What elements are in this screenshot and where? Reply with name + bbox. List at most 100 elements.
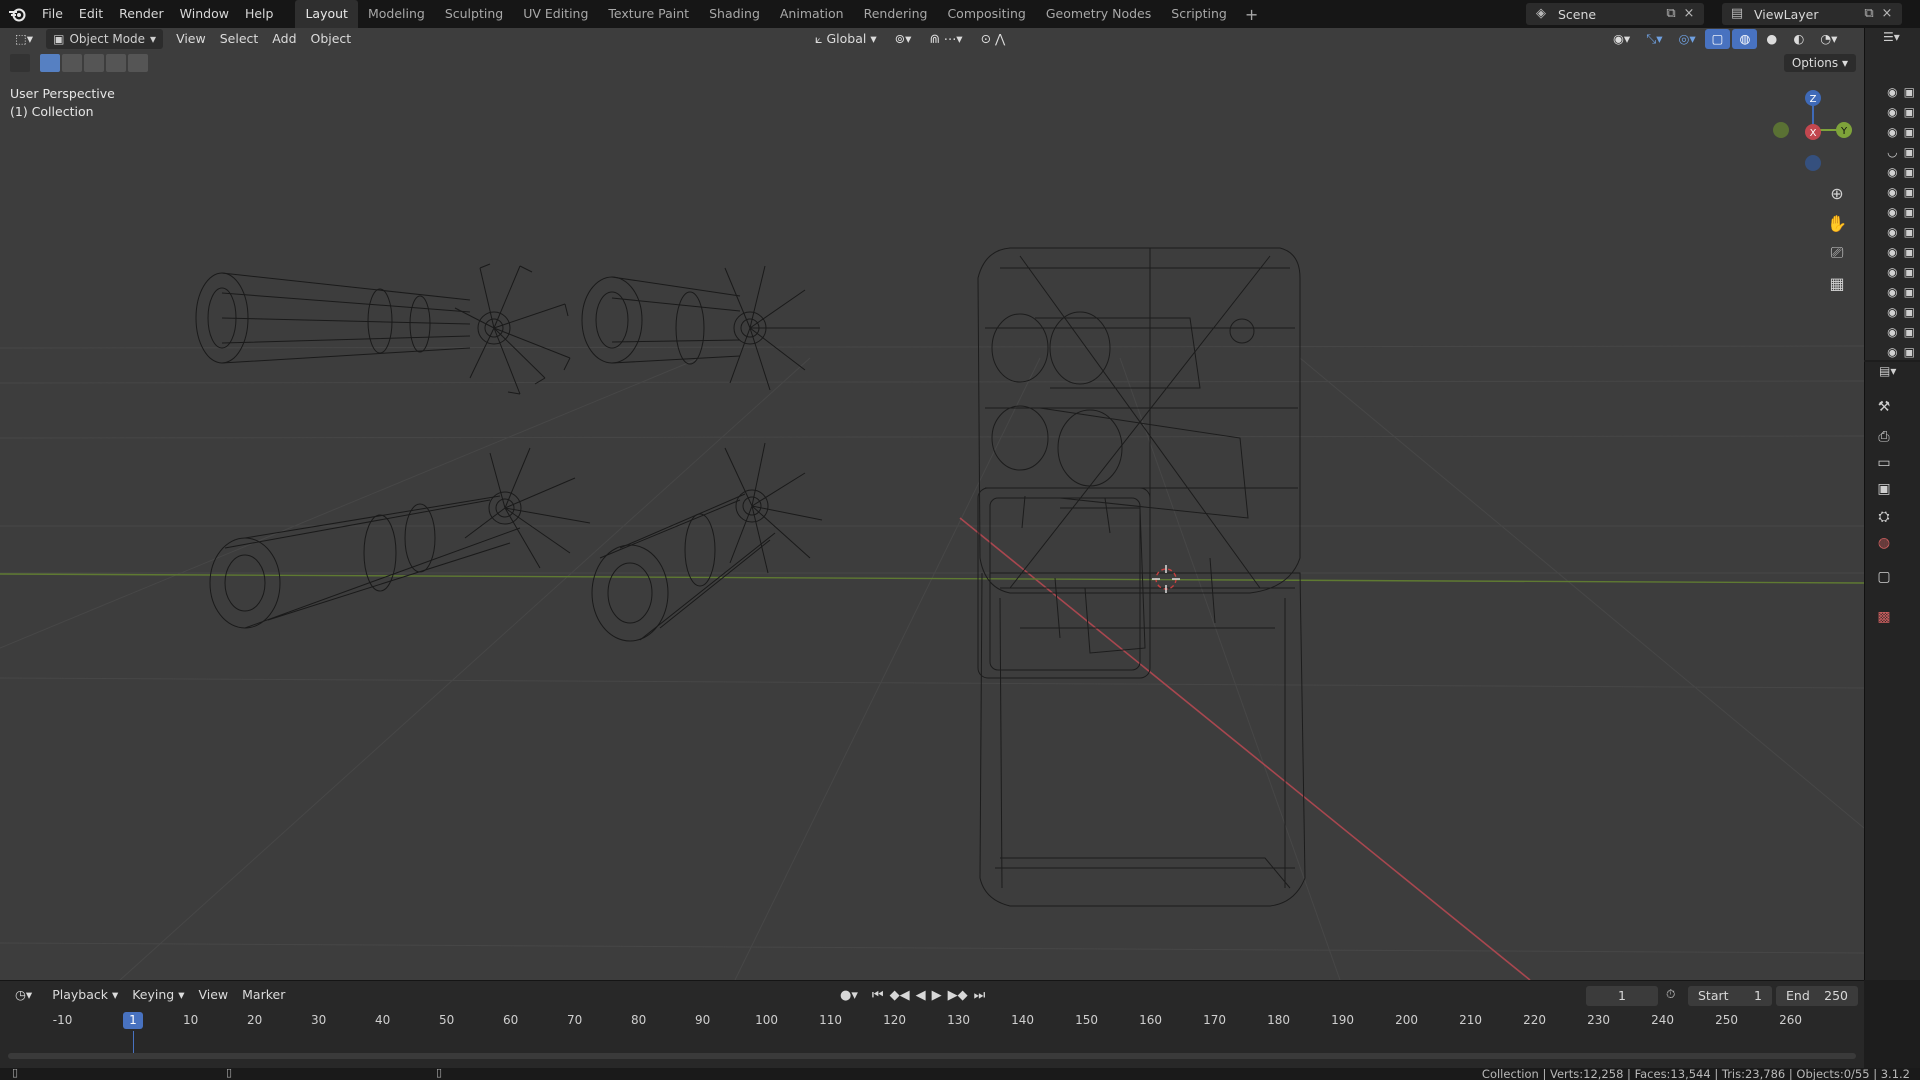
scene-selector[interactable]: ◈ Scene ⧉ × — [1526, 3, 1704, 25]
play-reverse-icon[interactable]: ◀ — [916, 988, 926, 1003]
rendered-shading-icon[interactable]: ◔▾ — [1813, 29, 1844, 49]
next-keyframe-icon[interactable]: ▶◆ — [948, 988, 968, 1003]
timeline-editor-icon[interactable]: ◷▾ — [8, 985, 39, 1005]
tab-texture-paint[interactable]: Texture Paint — [598, 0, 699, 28]
select-subtract-icon[interactable] — [84, 54, 104, 72]
render-camera-icon[interactable]: ▣ — [1904, 225, 1915, 239]
end-frame-field[interactable]: End 250 — [1776, 986, 1858, 1006]
timeline-menu-playback[interactable]: Playback ▾ — [45, 985, 125, 1005]
output-properties-icon[interactable]: ▭ — [1873, 452, 1895, 474]
render-camera-icon[interactable]: ▣ — [1904, 305, 1915, 319]
eye-icon[interactable]: ◉ — [1887, 165, 1897, 179]
tab-layout[interactable]: Layout — [295, 0, 358, 28]
menu-render[interactable]: Render — [111, 0, 172, 28]
visibility-icon[interactable]: ◉▾ — [1606, 29, 1637, 49]
camera-view-icon[interactable]: ⎚ — [1824, 240, 1850, 266]
3d-viewport[interactable]: ⬚▾ ▣ Object Mode ▾ View Select Add Objec… — [0, 28, 1864, 980]
proportional-editing-icon[interactable]: ⊙ ⋀ — [974, 29, 1013, 49]
tab-animation[interactable]: Animation — [770, 0, 854, 28]
render-camera-icon[interactable]: ▣ — [1904, 285, 1915, 299]
eye-icon[interactable]: ◉ — [1887, 185, 1897, 199]
render-camera-icon[interactable]: ▣ — [1904, 245, 1915, 259]
delete-view-layer-icon[interactable]: × — [1878, 5, 1896, 23]
eye-icon[interactable]: ◉ — [1887, 205, 1897, 219]
world-properties-icon[interactable]: ◍ — [1873, 532, 1895, 554]
collection-properties-icon[interactable]: ▢ — [1873, 566, 1895, 588]
object-mode-dropdown[interactable]: ▣ Object Mode ▾ — [46, 29, 164, 49]
blender-logo-icon[interactable] — [0, 0, 34, 28]
overlays-icon[interactable]: ◎▾ — [1671, 29, 1702, 49]
perspective-toggle-icon[interactable]: ▦ — [1824, 270, 1850, 296]
render-camera-icon[interactable]: ▣ — [1904, 185, 1915, 199]
select-extend-icon[interactable] — [62, 54, 82, 72]
jump-end-icon[interactable]: ⏭ — [974, 988, 986, 1003]
menu-window[interactable]: Window — [172, 0, 237, 28]
playhead-frame-indicator[interactable]: 1 — [123, 1012, 143, 1029]
menu-help[interactable]: Help — [237, 0, 282, 28]
render-camera-icon[interactable]: ▣ — [1904, 205, 1915, 219]
zoom-icon[interactable]: ⊕ — [1824, 180, 1850, 206]
render-camera-icon[interactable]: ▣ — [1904, 325, 1915, 339]
tab-uv-editing[interactable]: UV Editing — [513, 0, 598, 28]
record-icon[interactable]: ●▾ — [840, 988, 858, 1003]
play-icon[interactable]: ▶ — [932, 988, 942, 1003]
select-new-icon[interactable] — [40, 54, 60, 72]
eye-icon[interactable]: ◉ — [1887, 345, 1897, 359]
tab-scripting[interactable]: Scripting — [1161, 0, 1237, 28]
eye-icon[interactable]: ◉ — [1887, 265, 1897, 279]
new-view-layer-icon[interactable]: ⧉ — [1860, 5, 1878, 23]
eye-icon[interactable]: ◉ — [1887, 245, 1897, 259]
texture-properties-icon[interactable]: ▩ — [1873, 606, 1895, 628]
tab-geometry-nodes[interactable]: Geometry Nodes — [1036, 0, 1161, 28]
xray-icon[interactable]: ▢ — [1704, 29, 1731, 49]
stopwatch-icon[interactable]: ⏱ — [1666, 987, 1675, 1002]
timeline-menu-marker[interactable]: Marker — [235, 985, 292, 1005]
view-layer-properties-icon[interactable]: ▣ — [1873, 478, 1895, 500]
gizmo-icon[interactable]: ⤡▾ — [1639, 29, 1669, 49]
outliner-editor-icon[interactable]: ☰▾ — [1883, 30, 1900, 44]
options-dropdown[interactable]: Options ▾ — [1783, 54, 1856, 72]
current-frame-field[interactable]: 1 — [1586, 986, 1658, 1006]
transform-orientation-dropdown[interactable]: ⟀ Global ▾ — [808, 29, 884, 49]
navigation-gizmo[interactable]: Z Y X — [1768, 84, 1858, 174]
render-camera-icon[interactable]: ▣ — [1904, 265, 1915, 279]
tool-properties-icon[interactable]: ⚒ — [1873, 396, 1895, 418]
eye-icon[interactable]: ◉ — [1887, 85, 1897, 99]
tab-compositing[interactable]: Compositing — [937, 0, 1035, 28]
properties-editor-icon[interactable]: ▤▾ — [1879, 364, 1896, 378]
select-box-tool-icon[interactable] — [10, 54, 30, 72]
material-shading-icon[interactable]: ◐ — [1786, 29, 1811, 49]
tab-sculpting[interactable]: Sculpting — [435, 0, 513, 28]
viewport-menu-add[interactable]: Add — [265, 29, 303, 49]
render-camera-icon[interactable]: ▣ — [1904, 345, 1915, 359]
eye-icon[interactable]: ◉ — [1887, 105, 1897, 119]
prev-keyframe-icon[interactable]: ◆◀ — [890, 988, 910, 1003]
timeline-menu-keying[interactable]: Keying ▾ — [125, 985, 191, 1005]
new-scene-icon[interactable]: ⧉ — [1662, 5, 1680, 23]
viewport-menu-object[interactable]: Object — [304, 29, 359, 49]
scene-properties-icon[interactable]: ⛭ — [1873, 506, 1895, 528]
add-workspace-button[interactable]: + — [1237, 5, 1266, 24]
select-invert-icon[interactable] — [106, 54, 126, 72]
eye-icon[interactable]: ◉ — [1887, 225, 1897, 239]
timeline-menu-view[interactable]: View — [191, 985, 235, 1005]
pivot-point-icon[interactable]: ⊚▾ — [888, 29, 919, 49]
menu-file[interactable]: File — [34, 0, 71, 28]
pan-hand-icon[interactable]: ✋ — [1824, 210, 1850, 236]
solid-shading-icon[interactable]: ● — [1759, 29, 1784, 49]
menu-edit[interactable]: Edit — [71, 0, 111, 28]
editor-type-icon[interactable]: ⬚▾ — [8, 29, 40, 49]
jump-start-icon[interactable]: ⏮ — [872, 988, 884, 1003]
tab-modeling[interactable]: Modeling — [358, 0, 435, 28]
render-camera-icon[interactable]: ▣ — [1904, 165, 1915, 179]
view-layer-selector[interactable]: ▤ ViewLayer ⧉ × — [1722, 3, 1902, 25]
select-intersect-icon[interactable] — [128, 54, 148, 72]
eye-icon[interactable]: ◉ — [1887, 305, 1897, 319]
render-camera-icon[interactable]: ▣ — [1904, 125, 1915, 139]
render-camera-icon[interactable]: ▣ — [1904, 85, 1915, 99]
tab-shading[interactable]: Shading — [699, 0, 770, 28]
viewport-menu-view[interactable]: View — [169, 29, 213, 49]
timeline-ruler[interactable]: -10 10 20 30 40 50 60 70 80 90 100 110 120 130 140 150 1… — [0, 1011, 1864, 1031]
timeline-scrollbar[interactable] — [8, 1053, 1856, 1059]
eye-closed-icon[interactable]: ◡ — [1887, 145, 1897, 159]
